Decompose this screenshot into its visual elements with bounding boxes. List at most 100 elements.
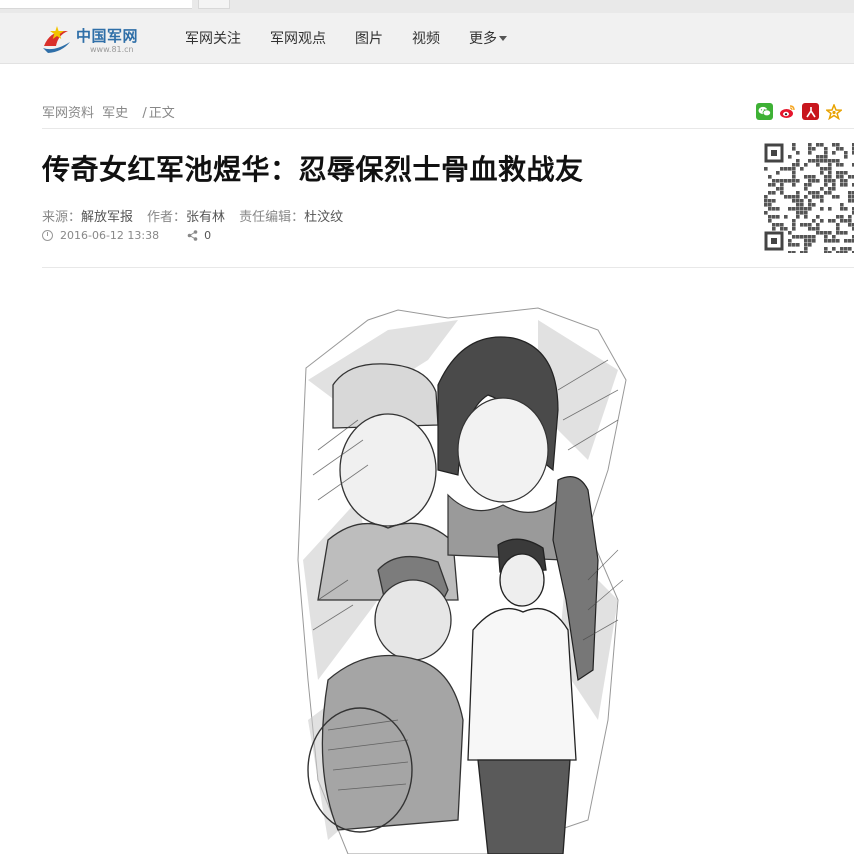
qr-module <box>800 251 804 253</box>
article-meta-secondary: 2016-06-12 13:38 0 <box>42 229 211 242</box>
qr-module <box>812 159 816 163</box>
breadcrumb-item-history[interactable]: 军史 <box>102 106 128 121</box>
article-title: 传奇女红军池煜华：忍辱保烈士骨血救战友 <box>42 153 584 186</box>
qr-module <box>844 183 848 187</box>
clock-icon <box>42 230 53 241</box>
qr-module <box>780 227 784 231</box>
qr-module <box>848 239 852 243</box>
qr-module <box>792 167 796 171</box>
qr-module <box>768 199 772 203</box>
qr-module <box>828 231 832 235</box>
qr-module <box>832 247 836 251</box>
qr-module <box>812 179 816 183</box>
qr-module <box>824 251 828 253</box>
qr-module <box>832 179 836 183</box>
qr-module <box>840 163 844 167</box>
qr-module <box>796 203 800 207</box>
qr-module <box>816 159 820 163</box>
qr-module <box>808 207 812 211</box>
qr-module <box>804 247 808 251</box>
qr-module <box>820 231 824 235</box>
qr-module <box>832 187 836 191</box>
qr-module <box>824 175 828 179</box>
qr-module <box>844 151 848 155</box>
qr-module <box>820 155 824 159</box>
qr-module <box>796 191 800 195</box>
top-small-button[interactable] <box>198 0 230 9</box>
qr-module <box>792 251 796 253</box>
qr-module <box>848 219 852 223</box>
qr-module <box>840 183 844 187</box>
qr-module <box>772 207 776 211</box>
qr-module <box>808 151 812 155</box>
qr-module <box>812 235 816 239</box>
qr-module <box>816 163 820 167</box>
qr-module <box>780 191 784 195</box>
qr-module <box>796 151 800 155</box>
qr-module <box>776 215 780 219</box>
top-input-box[interactable] <box>0 0 192 9</box>
qr-module <box>828 239 832 243</box>
qr-module <box>828 179 832 183</box>
qr-module <box>848 215 852 219</box>
qr-module <box>848 199 852 203</box>
browser-top-strip <box>0 0 854 13</box>
qr-module <box>764 167 768 171</box>
qr-module <box>796 199 800 203</box>
qr-module <box>832 235 836 239</box>
qr-module <box>824 151 828 155</box>
breadcrumb: 军网资料 军史 / 正文 <box>42 102 179 121</box>
qr-module <box>840 179 844 183</box>
qr-module <box>816 195 820 199</box>
nav-item-opinion[interactable]: 军网观点 <box>270 28 326 48</box>
qr-module <box>836 239 840 243</box>
qr-module <box>796 163 800 167</box>
qr-module <box>824 239 828 243</box>
qr-module <box>792 243 796 247</box>
nav-item-focus[interactable]: 军网关注 <box>185 28 241 48</box>
qr-module <box>820 199 824 203</box>
qr-module <box>840 251 844 253</box>
qr-module <box>800 167 804 171</box>
qr-module <box>800 207 804 211</box>
weibo-icon[interactable] <box>779 103 796 120</box>
qr-module <box>768 203 772 207</box>
qr-module <box>792 143 796 147</box>
qr-module <box>828 175 832 179</box>
qr-module <box>772 227 776 231</box>
qr-module <box>796 179 800 183</box>
qr-module <box>828 187 832 191</box>
breadcrumb-item-archive[interactable]: 军网资料 <box>42 106 94 121</box>
qr-module <box>828 251 832 253</box>
nav-item-video[interactable]: 视频 <box>412 28 440 48</box>
qr-module <box>816 215 820 219</box>
qr-module <box>840 147 844 151</box>
nav-more-dropdown[interactable]: 更多 <box>469 28 507 48</box>
qr-module <box>824 231 828 235</box>
nav-more-label: 更多 <box>469 31 497 47</box>
qr-module <box>776 171 780 175</box>
qr-module <box>772 191 776 195</box>
logo-text: 中国军网 <box>76 27 139 45</box>
qr-module <box>788 155 792 159</box>
qr-module <box>832 143 836 147</box>
wechat-icon[interactable] <box>756 103 773 120</box>
people-icon[interactable] <box>802 103 819 120</box>
qr-module <box>828 163 832 167</box>
nav-item-pictures[interactable]: 图片 <box>355 28 383 48</box>
source-value[interactable]: 解放军报 <box>81 210 133 225</box>
qr-module <box>828 207 832 211</box>
qr-module <box>824 147 828 151</box>
site-logo[interactable]: 中国军网 www.81.cn <box>40 22 150 56</box>
qr-module <box>836 163 840 167</box>
qr-code <box>764 143 854 253</box>
qr-module <box>808 191 812 195</box>
qr-module <box>772 215 776 219</box>
qr-module <box>792 219 796 223</box>
qr-module <box>772 183 776 187</box>
qr-module <box>812 147 816 151</box>
qr-module <box>804 243 808 247</box>
qr-module <box>792 223 796 227</box>
share-icon[interactable] <box>187 230 198 241</box>
favorite-star-icon[interactable] <box>825 103 842 120</box>
